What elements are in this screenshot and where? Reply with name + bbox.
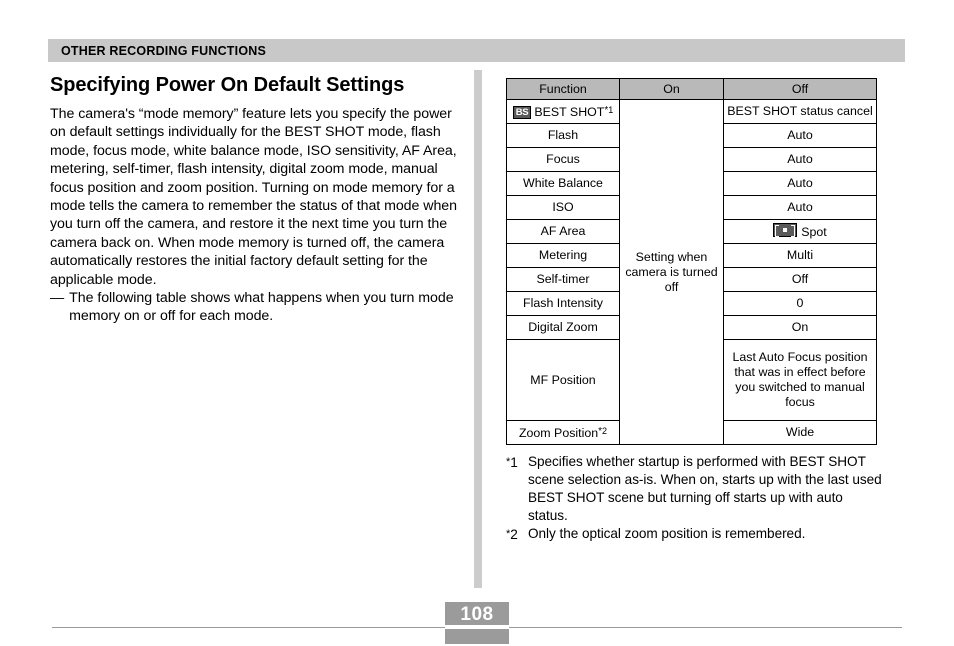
cell-off-mf-position: Last Auto Focus position that was in eff… <box>723 339 877 421</box>
dash-list-item: — The following table shows what happens… <box>50 289 460 326</box>
cell-off-digital-zoom: On <box>723 315 877 340</box>
cell-on-merged: Setting when camera is turned off <box>619 99 724 445</box>
page-number: 108 <box>460 604 494 625</box>
cell-function-white-balance: White Balance <box>506 171 620 196</box>
table-header-row: Function On Off <box>506 78 877 100</box>
intro-paragraph: The camera's “mode memory” feature lets … <box>50 106 457 288</box>
dash-list-item-text: The following table shows what happens w… <box>69 290 454 325</box>
cell-function-flash-intensity: Flash Intensity <box>506 291 620 316</box>
cell-function-label: BEST SHOT <box>534 105 605 119</box>
footnote-2-marker: *2 <box>506 527 518 542</box>
column-header-off: Off <box>723 78 877 100</box>
cell-function-digital-zoom: Digital Zoom <box>506 315 620 340</box>
cell-off-af-area: Spot <box>723 219 877 244</box>
footnote-2-text: Only the optical zoom position is rememb… <box>528 526 806 541</box>
footnote-marker-2: *2 <box>598 426 608 437</box>
cell-function-best-shot: BS BEST SHOT*1 <box>506 99 620 124</box>
em-dash-marker: — <box>50 290 65 307</box>
cell-off-iso: Auto <box>723 195 877 220</box>
cell-off-metering: Multi <box>723 243 877 268</box>
cell-function-focus: Focus <box>506 147 620 172</box>
footnotes-block: *1 Specifies whether startup is performe… <box>506 453 884 544</box>
column-divider <box>474 70 482 588</box>
column-header-function: Function <box>506 78 620 100</box>
cell-function-flash: Flash <box>506 123 620 148</box>
right-table-column: Function On Off BS BEST SHOT*1 Setting wh… <box>506 78 882 544</box>
page-number-badge: 108 <box>445 602 509 644</box>
page-title: Specifying Power On Default Settings <box>50 74 405 96</box>
cell-function-metering: Metering <box>506 243 620 268</box>
cell-function-iso: ISO <box>506 195 620 220</box>
cell-off-self-timer: Off <box>723 267 877 292</box>
power-on-defaults-table: Function On Off BS BEST SHOT*1 Setting wh… <box>506 78 877 445</box>
cell-off-flash-intensity: 0 <box>723 291 877 316</box>
cell-off-zoom-position: Wide <box>723 420 877 445</box>
chapter-header-band: OTHER RECORDING FUNCTIONS <box>48 39 905 62</box>
cell-function-zoom-position: Zoom Position*2 <box>506 420 620 445</box>
cell-function-mf-position: MF Position <box>506 339 620 421</box>
cell-function-zoom-position-label: Zoom Position <box>518 426 599 440</box>
cell-off-best-shot: BEST SHOT status cancel <box>723 99 877 124</box>
cell-off-af-area-label: Spot <box>801 225 827 239</box>
chapter-title: OTHER RECORDING FUNCTIONS <box>61 43 266 58</box>
footnote-1-marker: *1 <box>506 455 518 470</box>
table-row: BS BEST SHOT*1 Setting when camera is tur… <box>506 99 877 445</box>
left-text-column: Specifying Power On Default Settings The… <box>50 74 460 326</box>
footnote-1-text: Specifies whether startup is performed w… <box>528 454 882 523</box>
footnote-1: *1 Specifies whether startup is performe… <box>506 453 884 525</box>
cell-off-flash: Auto <box>723 123 877 148</box>
footnote-2: *2 Only the optical zoom position is rem… <box>506 525 884 544</box>
footnote-marker-1: *1 <box>604 105 614 116</box>
spot-icon <box>773 223 798 237</box>
column-header-on: On <box>619 78 724 100</box>
cell-function-self-timer: Self-timer <box>506 267 620 292</box>
page-number-rule-gap <box>445 625 509 629</box>
cell-off-white-balance: Auto <box>723 171 877 196</box>
bs-icon: BS <box>512 106 532 119</box>
cell-function-af-area: AF Area <box>506 219 620 244</box>
cell-off-focus: Auto <box>723 147 877 172</box>
